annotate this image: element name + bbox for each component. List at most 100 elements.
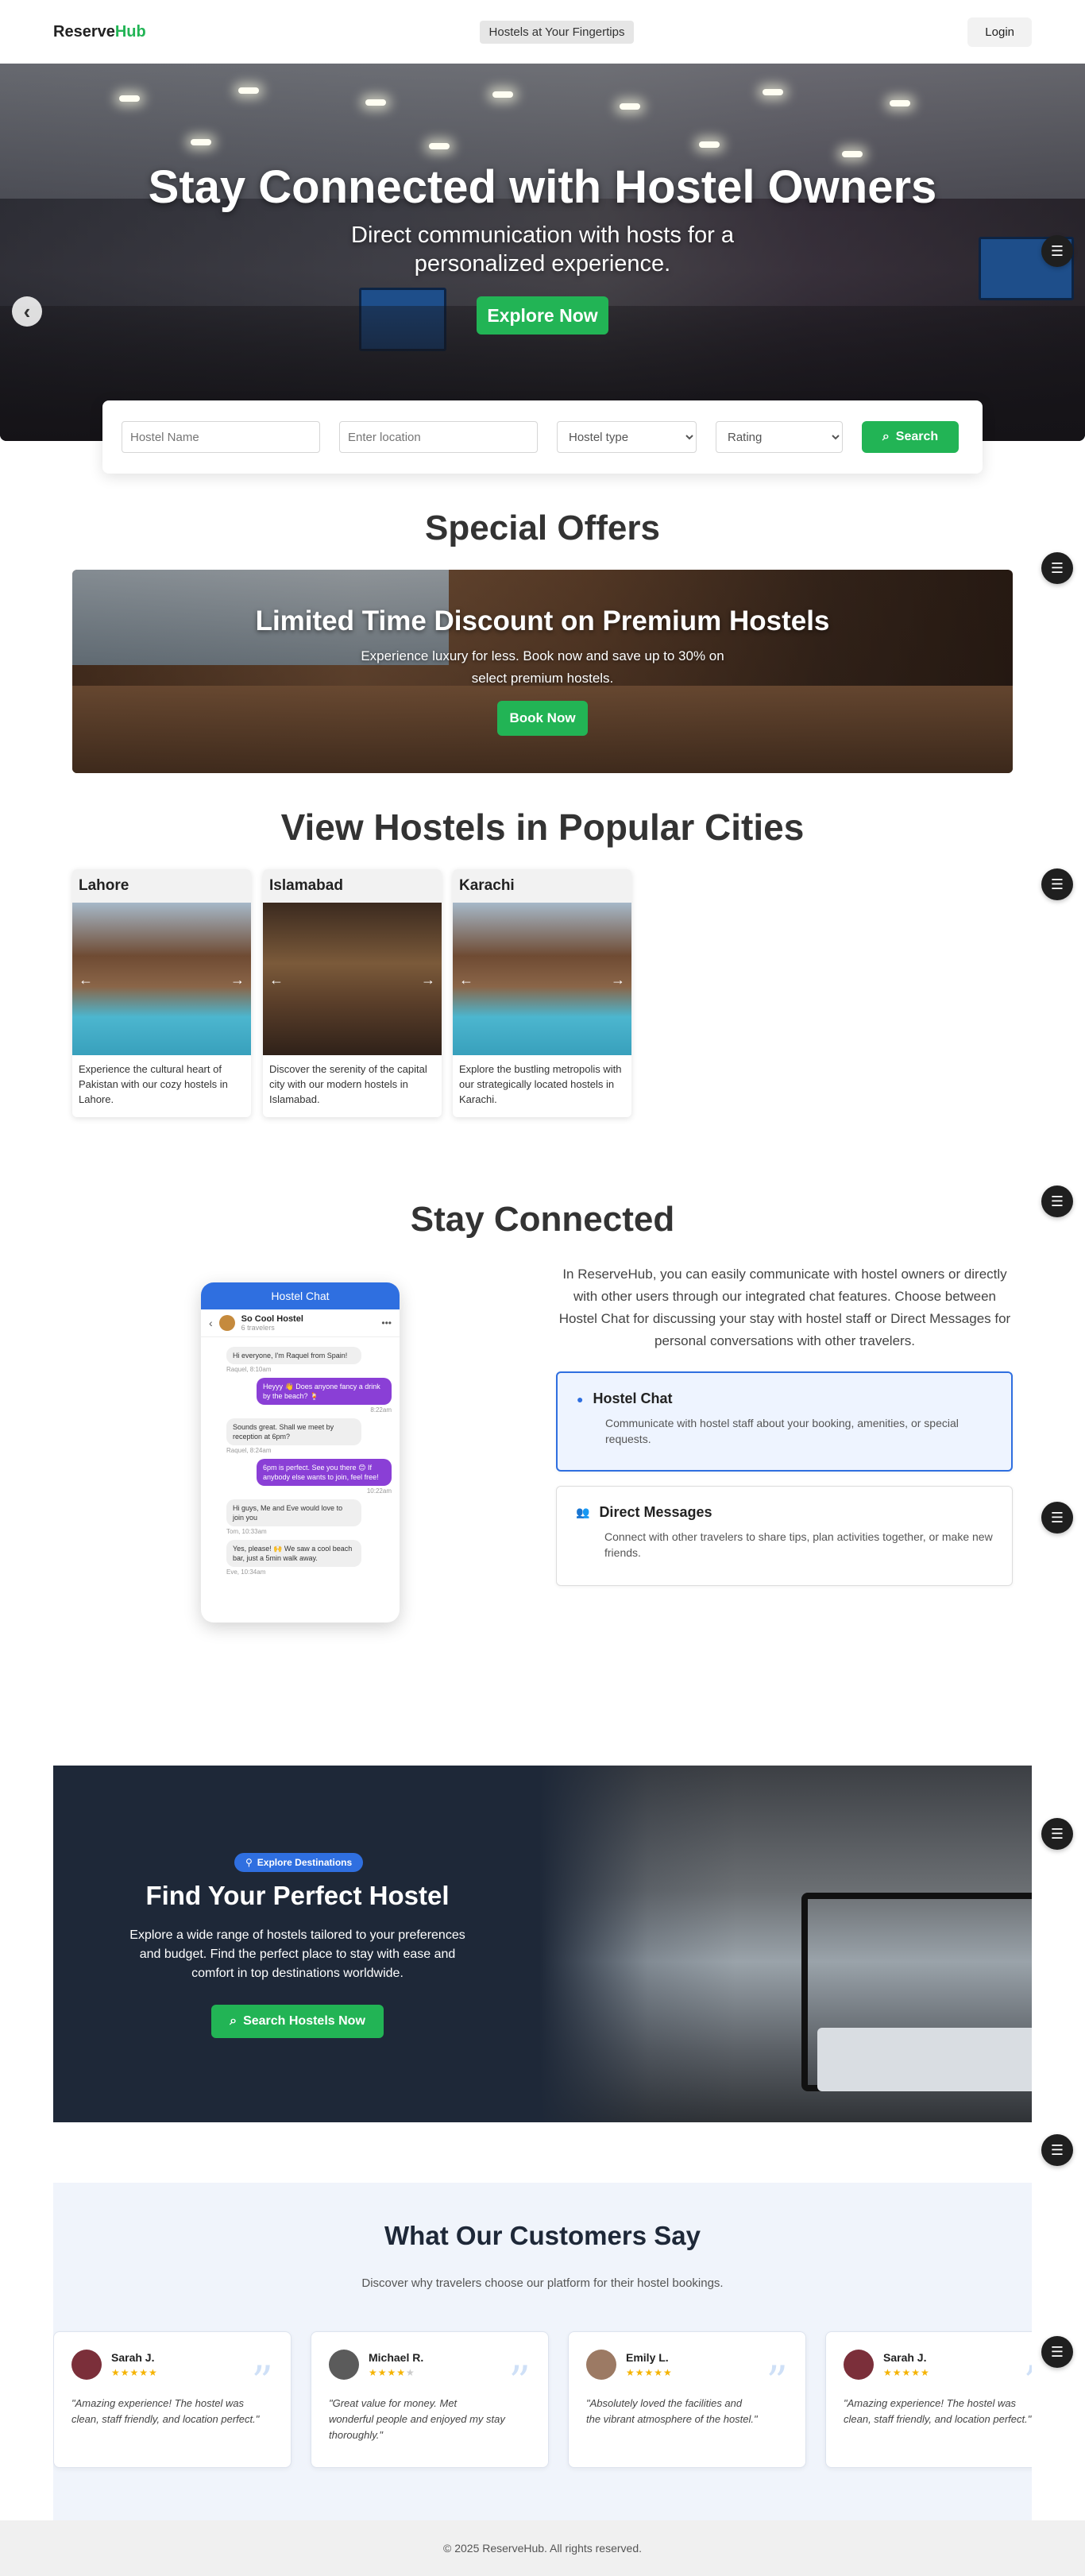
chat-message: Hi guys, Me and Eve would love to join y… bbox=[226, 1499, 361, 1526]
avatar bbox=[218, 1315, 235, 1331]
message-meta: Eve, 10:34am bbox=[226, 1568, 266, 1576]
city-card-karachi[interactable]: Karachi ← → Explore the bustling metropo… bbox=[453, 869, 631, 1117]
avatar bbox=[329, 2350, 359, 2380]
chat-fab-icon[interactable]: ☰ bbox=[1041, 552, 1073, 584]
chat-phone-mockup: Hostel Chat ‹ So Cool Hostel 6 travelers… bbox=[201, 1282, 400, 1623]
top-navbar: ReserveHub Hostels at Your Fingertips Lo… bbox=[0, 0, 1085, 64]
city-name: Lahore bbox=[72, 869, 251, 903]
testimonial-card: Emily L. ★★★★★ ” "Absolutely loved the f… bbox=[568, 2331, 806, 2468]
chat-message: 6pm is perfect. See you there 😊 If anybo… bbox=[257, 1459, 392, 1486]
arrow-left-icon[interactable]: ← bbox=[77, 971, 95, 988]
avatar bbox=[586, 2350, 616, 2380]
testimonial-quote: "Amazing experience! The hostel was clean… bbox=[844, 2397, 1032, 2425]
tagline-badge: Hostels at Your Fingertips bbox=[479, 20, 635, 44]
location-input[interactable] bbox=[339, 421, 538, 453]
users-icon: 👥 bbox=[576, 1506, 590, 1518]
hero-subtitle: Direct communication with hosts for a pe… bbox=[351, 222, 734, 277]
testimonials-section: What Our Customers Say Discover why trav… bbox=[53, 2183, 1032, 2520]
chat-name: So Cool Hostel bbox=[241, 1314, 303, 1324]
direct-messages-option[interactable]: 👥 Direct Messages Connect with other trav… bbox=[556, 1486, 1013, 1586]
testimonials-subtitle: Discover why travelers choose our platfo… bbox=[361, 2276, 724, 2290]
message-meta: 10:22am bbox=[366, 1487, 392, 1495]
city-description: Explore the bustling metropolis with our… bbox=[459, 1063, 622, 1105]
explore-destinations-badge: ⚲ Explore Destinations bbox=[234, 1853, 364, 1872]
testimonial-card: Michael R. ★★★★★ ” "Great value for mone… bbox=[311, 2331, 549, 2468]
phone-header: Hostel Chat bbox=[201, 1282, 400, 1309]
city-name: Islamabad bbox=[263, 869, 442, 903]
book-now-button[interactable]: Book Now bbox=[497, 701, 588, 736]
back-icon: ‹ bbox=[209, 1317, 213, 1329]
search-hostels-button[interactable]: ⌕ Search Hostels Now bbox=[211, 2005, 384, 2038]
testimonial-quote: "Absolutely loved the facilities and the … bbox=[586, 2397, 758, 2425]
search-button[interactable]: ⌕ Search bbox=[862, 421, 959, 453]
city-image: ← → bbox=[263, 903, 442, 1055]
testimonials-title: What Our Customers Say bbox=[384, 2221, 701, 2250]
hero-carousel: Stay Connected with Hostel Owners Direct… bbox=[0, 64, 1085, 441]
city-card-lahore[interactable]: Lahore ← → Experience the cultural heart… bbox=[72, 869, 251, 1117]
city-description: Experience the cultural heart of Pakista… bbox=[79, 1063, 228, 1105]
footer: © 2025 ReserveHub. All rights reserved. bbox=[0, 2520, 1085, 2576]
message-meta: Raquel, 8:24am bbox=[226, 1447, 272, 1454]
city-description: Discover the serenity of the capital cit… bbox=[269, 1063, 427, 1105]
chat-message: Heyyy 👋 Does anyone fancy a drink by the… bbox=[257, 1378, 392, 1405]
city-card-islamabad[interactable]: Islamabad ← → Discover the serenity of t… bbox=[263, 869, 442, 1117]
hostel-chat-option[interactable]: ● Hostel Chat Communicate with hostel sta… bbox=[556, 1371, 1013, 1472]
brand-logo[interactable]: ReserveHub bbox=[53, 23, 146, 41]
stay-connected-title: Stay Connected bbox=[410, 1200, 675, 1239]
message-meta: Tom, 10:33am bbox=[226, 1528, 267, 1535]
chat-fab-icon[interactable]: ☰ bbox=[1041, 2134, 1073, 2166]
arrow-right-icon[interactable]: → bbox=[609, 971, 627, 988]
testimonial-card: Sarah J. ★★★★★ ” "Amazing experience! Th… bbox=[825, 2331, 1032, 2468]
star-rating: ★★★★★ bbox=[111, 2367, 158, 2378]
arrow-left-icon[interactable]: ← bbox=[458, 971, 475, 988]
message-meta: 8:22am bbox=[370, 1406, 392, 1414]
arrow-left-icon[interactable]: ← bbox=[268, 971, 285, 988]
quote-icon: ” bbox=[766, 2357, 788, 2407]
find-hostel-title: Find Your Perfect Hostel bbox=[145, 1881, 450, 1910]
hostel-name-input[interactable] bbox=[122, 421, 320, 453]
avatar bbox=[844, 2350, 874, 2380]
quote-icon: ” bbox=[508, 2357, 531, 2407]
chat-fab-icon[interactable]: ☰ bbox=[1041, 1502, 1073, 1534]
search-icon: ⌕ bbox=[882, 430, 890, 443]
quote-icon: ” bbox=[251, 2357, 273, 2407]
special-offers-title: Special Offers bbox=[425, 509, 660, 547]
chat-fab-icon[interactable]: ☰ bbox=[1041, 2336, 1073, 2368]
chevron-left-icon[interactable]: ‹ bbox=[12, 296, 42, 327]
chat-fab-icon[interactable]: ☰ bbox=[1041, 235, 1073, 267]
search-icon: ⌕ bbox=[230, 2014, 237, 2028]
city-name: Karachi bbox=[453, 869, 631, 903]
city-image: ← → bbox=[72, 903, 251, 1055]
stay-connected-text: In ReserveHub, you can easily communicat… bbox=[558, 1267, 1011, 1348]
arrow-right-icon[interactable]: → bbox=[419, 971, 437, 988]
chat-header: ‹ So Cool Hostel 6 travelers ••• bbox=[201, 1309, 400, 1337]
testimonial-quote: "Amazing experience! The hostel was clean… bbox=[71, 2397, 260, 2425]
location-pin-icon: ⚲ bbox=[245, 1857, 253, 1868]
testimonial-quote: "Great value for money. Met wonderful peo… bbox=[329, 2397, 505, 2441]
more-icon: ••• bbox=[381, 1317, 392, 1329]
hero-title: Stay Connected with Hostel Owners bbox=[148, 161, 937, 213]
chat-messages: Hi everyone, I'm Raquel from Spain! Raqu… bbox=[201, 1337, 400, 1580]
chat-bubble-icon: ● bbox=[577, 1392, 584, 1406]
find-hostel-banner: ⚲ Explore Destinations Find Your Perfect … bbox=[53, 1766, 1032, 2122]
chat-fab-icon[interactable]: ☰ bbox=[1041, 1818, 1073, 1850]
chat-message: Yes, please! 🙌 We saw a cool beach bar, … bbox=[226, 1540, 361, 1567]
star-rating: ★★★★★ bbox=[369, 2367, 415, 2378]
explore-now-button[interactable]: Explore Now bbox=[477, 296, 608, 335]
search-bar: Hostel type Rating ⌕Search bbox=[102, 400, 983, 474]
chat-meta: 6 travelers bbox=[241, 1324, 275, 1332]
offer-title: Limited Time Discount on Premium Hostels bbox=[255, 605, 830, 636]
offer-text: Experience luxury for less. Book now and… bbox=[361, 648, 724, 686]
login-button[interactable]: Login bbox=[967, 17, 1032, 47]
chat-fab-icon[interactable]: ☰ bbox=[1041, 868, 1073, 900]
rating-select[interactable]: Rating bbox=[716, 421, 843, 453]
avatar bbox=[71, 2350, 102, 2380]
chat-message: Sounds great. Shall we meet by reception… bbox=[226, 1418, 361, 1445]
star-rating: ★★★★★ bbox=[883, 2367, 930, 2378]
hostel-type-select[interactable]: Hostel type bbox=[557, 421, 697, 453]
testimonial-card: Sarah J. ★★★★★ ” "Amazing experience! Th… bbox=[53, 2331, 292, 2468]
special-offer-banner: Limited Time Discount on Premium Hostels… bbox=[72, 570, 1013, 773]
popular-cities-title: View Hostels in Popular Cities bbox=[280, 806, 805, 848]
bunk-bed-image bbox=[539, 1766, 1032, 2122]
arrow-right-icon[interactable]: → bbox=[229, 971, 246, 988]
